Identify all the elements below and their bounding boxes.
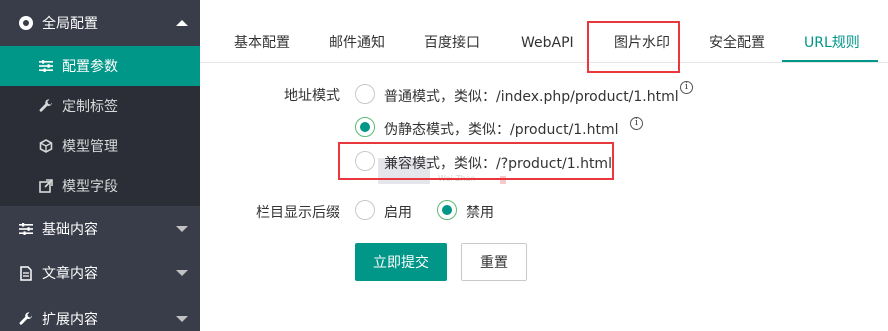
chevron-down-icon <box>176 270 188 276</box>
sidebar-group-global-config[interactable]: 全局配置 <box>0 0 200 46</box>
radio-normal-mode-label: 普通模式，类似：/index.php/product/1.html <box>384 89 679 105</box>
sidebar-item-custom-tags[interactable]: 定制标签 <box>0 86 200 126</box>
gear-icon <box>18 15 34 31</box>
radio-suffix-disable-label: 禁用 <box>466 205 494 221</box>
radio-suffix-enable-label: 启用 <box>384 205 412 221</box>
document-icon <box>18 265 34 281</box>
sidebar-group-basic-content[interactable]: 基础内容 <box>0 206 200 252</box>
active-tab-underline <box>782 60 878 62</box>
external-link-icon <box>38 178 54 194</box>
info-icon[interactable]: i <box>630 117 643 130</box>
radio-pseudo-static-mode[interactable] <box>355 117 375 137</box>
sidebar: 全局配置 配置参数 定制标签 模型管理 模型字段 基础内容 文章内容 扩展内容 <box>0 0 200 331</box>
tab-mail-notify[interactable]: 邮件通知 <box>329 0 385 63</box>
chevron-down-icon <box>176 226 188 232</box>
tab-webapi[interactable]: WebAPI <box>521 0 574 63</box>
sidebar-group-label: 全局配置 <box>42 16 98 32</box>
radio-normal-mode[interactable] <box>355 84 375 104</box>
wrench-icon <box>38 98 54 114</box>
tab-url-rules[interactable]: URL规则 <box>804 0 860 63</box>
sidebar-group-extended-content[interactable]: 扩展内容 <box>0 296 200 331</box>
sidebar-group-label: 文章内容 <box>42 266 98 282</box>
sidebar-item-model-fields[interactable]: 模型字段 <box>0 166 200 206</box>
sidebar-item-label: 模型字段 <box>62 179 118 195</box>
cube-icon <box>38 138 54 154</box>
highlight-box-compat-mode <box>338 142 614 180</box>
sidebar-item-label: 模型管理 <box>62 139 118 155</box>
sidebar-group-label: 基础内容 <box>42 222 98 238</box>
sidebar-item-label: 定制标签 <box>62 99 118 115</box>
chevron-down-icon <box>176 316 188 322</box>
sliders-icon <box>38 58 54 74</box>
submit-button[interactable]: 立即提交 <box>355 243 447 281</box>
tab-baidu-api[interactable]: 百度接口 <box>424 0 480 63</box>
sidebar-group-article-content[interactable]: 文章内容 <box>0 250 200 296</box>
chevron-up-icon <box>176 20 188 26</box>
radio-suffix-disable[interactable] <box>437 200 457 220</box>
sidebar-item-label: 配置参数 <box>62 59 118 75</box>
tab-basic-config[interactable]: 基本配置 <box>234 0 290 63</box>
app-root: 全局配置 配置参数 定制标签 模型管理 模型字段 基础内容 文章内容 扩展内容 … <box>0 0 888 331</box>
radio-suffix-enable[interactable] <box>355 200 375 220</box>
sidebar-group-label: 扩展内容 <box>42 312 98 328</box>
sliders-icon <box>18 221 34 237</box>
reset-button[interactable]: 重置 <box>461 243 527 281</box>
tab-bar: 基本配置 邮件通知 百度接口 WebAPI 图片水印 安全配置 URL规则 <box>200 0 888 63</box>
radio-pseudo-static-mode-label: 伪静态模式，类似：/product/1.html <box>384 122 619 138</box>
suffix-label: 栏目显示后缀 <box>256 205 340 221</box>
highlight-box-url-tab <box>587 21 680 73</box>
url-mode-label: 地址模式 <box>284 88 340 104</box>
tab-security-config[interactable]: 安全配置 <box>709 0 765 63</box>
sidebar-item-model-manage[interactable]: 模型管理 <box>0 126 200 166</box>
wrench-icon <box>18 311 34 327</box>
sidebar-item-config-params[interactable]: 配置参数 <box>0 46 200 86</box>
info-icon[interactable]: i <box>680 81 693 94</box>
